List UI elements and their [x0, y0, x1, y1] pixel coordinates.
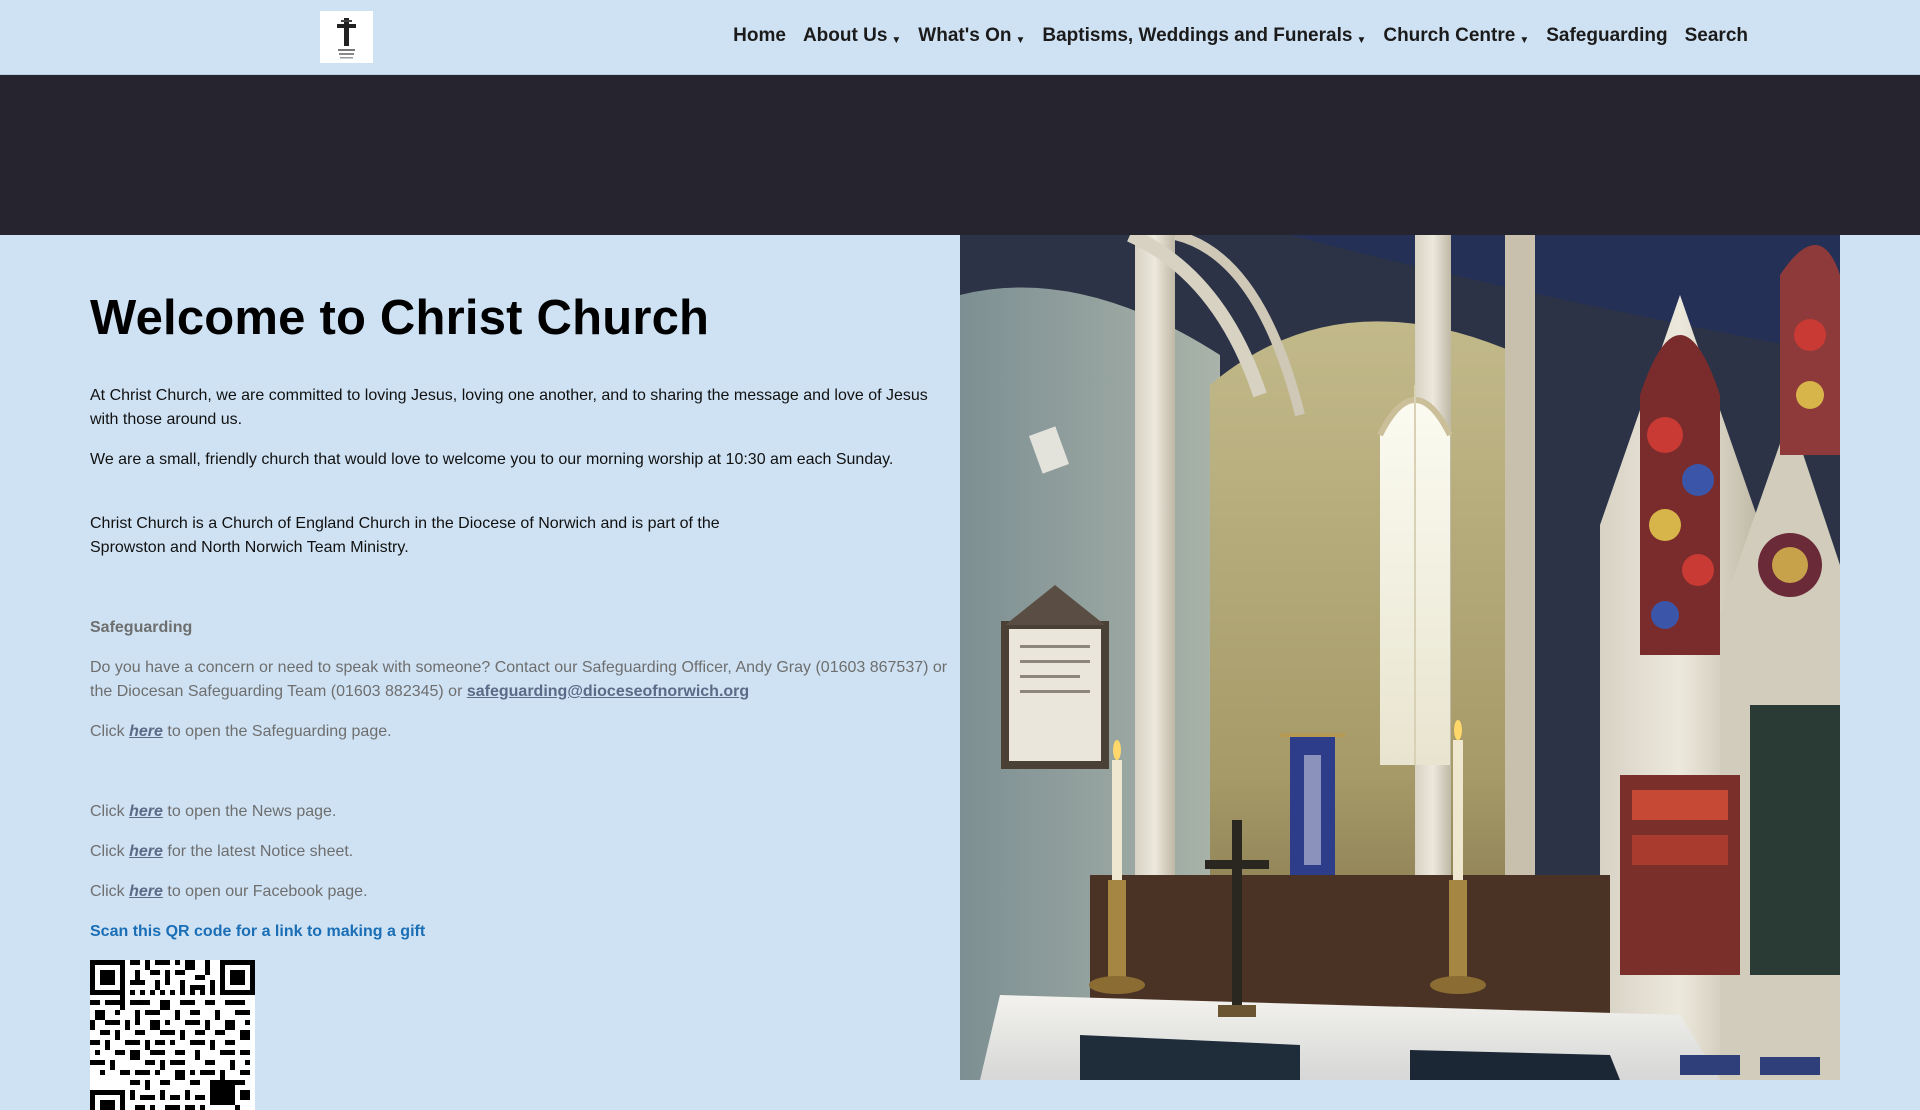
nav-church-centre[interactable]: Church Centre ▼: [1383, 25, 1529, 47]
gift-qr-code[interactable]: [90, 960, 255, 1110]
notice-sheet-link[interactable]: here: [129, 843, 163, 860]
site-header: Home About Us ▼ What's On ▼ Baptisms, Wedd…: [0, 0, 1920, 75]
safeguarding-text: Do you have a concern or need to speak w…: [90, 656, 950, 704]
nav-safeguarding-label: Safeguarding: [1546, 25, 1668, 46]
nav-search[interactable]: Search: [1685, 25, 1748, 47]
main-content: Welcome to Christ Church At Christ Churc…: [90, 235, 950, 1110]
intro-paragraph-2: We are a small, friendly church that wou…: [90, 451, 894, 468]
facebook-page-link[interactable]: here: [129, 883, 163, 900]
news-page-text: to open the News page.: [167, 803, 337, 820]
click-text: Click: [90, 843, 125, 860]
intro-3-line-1: Christ Church is a Church of England Chu…: [90, 515, 720, 532]
safeguarding-heading: Safeguarding: [90, 619, 193, 636]
nav-about-us[interactable]: About Us ▼: [803, 25, 901, 47]
nav-church-centre-label: Church Centre: [1383, 25, 1516, 46]
cross-icon: [320, 11, 373, 63]
nav-whats-on-label: What's On: [918, 25, 1012, 46]
click-text: Click: [90, 803, 125, 820]
click-text: Click: [90, 723, 125, 740]
notice-line: Click here for the latest Notice sheet.: [90, 840, 950, 864]
nav-baptisms-label: Baptisms, Weddings and Funerals: [1042, 25, 1353, 46]
safeguarding-page-text: to open the Safeguarding page.: [167, 723, 392, 740]
safeguarding-email-link[interactable]: safeguarding@dioceseofnorwich.org: [467, 683, 749, 700]
qr-code-icon: [90, 960, 255, 1110]
main-nav: Home About Us ▼ What's On ▼ Baptisms, Wedd…: [733, 0, 1748, 72]
click-text: Click: [90, 883, 125, 900]
nav-home-label: Home: [733, 25, 786, 46]
intro-paragraph-1: At Christ Church, we are committed to lo…: [90, 387, 928, 428]
facebook-page-text: to open our Facebook page.: [167, 883, 368, 900]
nav-home[interactable]: Home: [733, 25, 786, 47]
nav-baptisms-weddings-funerals[interactable]: Baptisms, Weddings and Funerals ▼: [1042, 25, 1366, 47]
notice-sheet-text: for the latest Notice sheet.: [167, 843, 354, 860]
facebook-line: Click here to open our Facebook page.: [90, 880, 950, 904]
safeguarding-page-link[interactable]: here: [129, 723, 163, 740]
intro-3-line-2: Sprowston and North Norwich Team Ministr…: [90, 539, 409, 556]
intro-paragraph-3: Christ Church is a Church of England Chu…: [90, 512, 950, 560]
news-line: Click here to open the News page.: [90, 800, 950, 824]
caret-down-icon: ▼: [1519, 35, 1530, 46]
safeguarding-page-line: Click here to open the Safeguarding page…: [90, 720, 950, 744]
nav-about-us-label: About Us: [802, 25, 888, 46]
caret-down-icon: ▼: [1015, 35, 1026, 46]
site-logo[interactable]: [320, 11, 373, 63]
nav-search-label: Search: [1684, 25, 1748, 46]
hero-band: [0, 75, 1920, 235]
page-title: Welcome to Christ Church: [90, 291, 710, 345]
nav-whats-on[interactable]: What's On ▼: [918, 25, 1025, 47]
caret-down-icon: ▼: [1356, 35, 1367, 46]
church-altar-image: [960, 235, 1840, 1080]
gift-qr-caption: Scan this QR code for a link to making a…: [90, 923, 426, 940]
church-interior-photo: [960, 235, 1840, 1080]
caret-down-icon: ▼: [891, 35, 902, 46]
nav-safeguarding[interactable]: Safeguarding: [1546, 25, 1667, 47]
news-page-link[interactable]: here: [129, 803, 163, 820]
